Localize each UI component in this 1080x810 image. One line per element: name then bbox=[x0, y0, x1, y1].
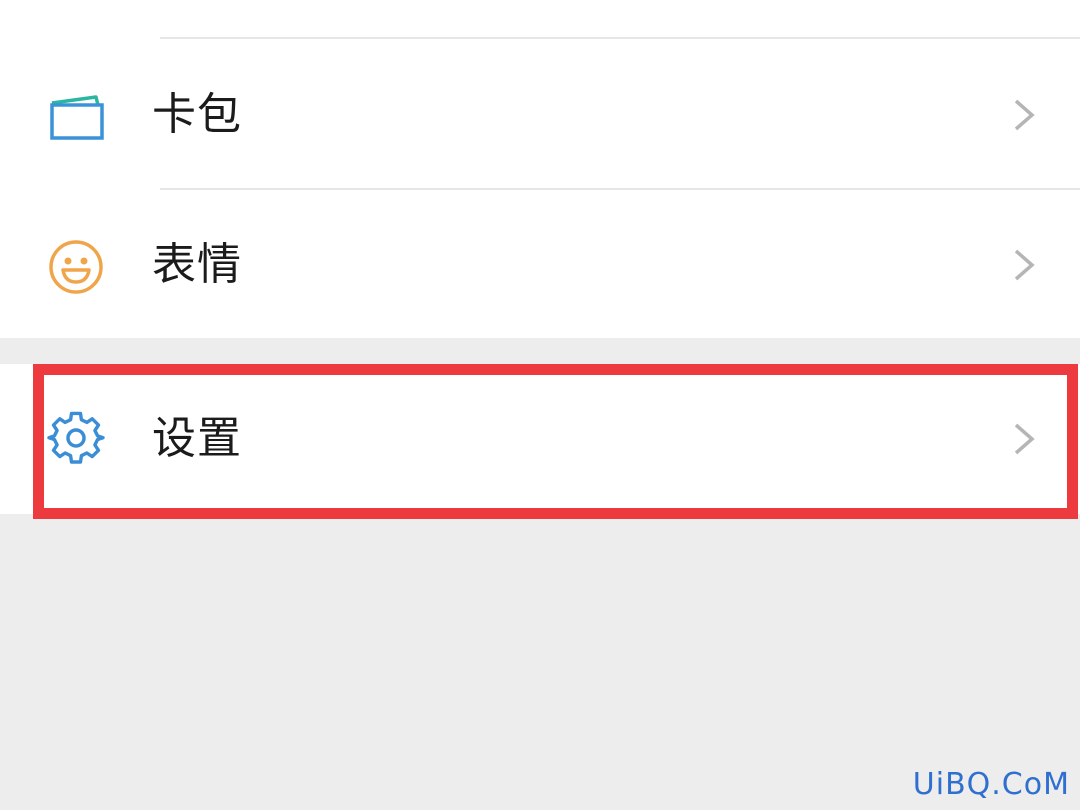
menu-group-top: 卡包 表情 bbox=[0, 0, 1080, 338]
chevron-right-icon bbox=[1012, 247, 1036, 283]
divider bbox=[160, 37, 1080, 39]
smiley-icon bbox=[46, 237, 106, 297]
menu-item-label: 卡包 bbox=[152, 89, 242, 140]
menu-item-label: 表情 bbox=[152, 239, 242, 290]
menu-group-settings: 设置 bbox=[0, 364, 1080, 514]
chevron-right-icon bbox=[1012, 421, 1036, 457]
menu-item-settings[interactable]: 设置 bbox=[0, 364, 1080, 514]
menu-item-stickers[interactable]: 表情 bbox=[0, 190, 1080, 340]
gear-icon bbox=[46, 411, 106, 471]
watermark: UiBQ.CoM bbox=[912, 767, 1070, 802]
menu-item-card-wallet[interactable]: 卡包 bbox=[0, 40, 1080, 190]
card-wallet-icon bbox=[46, 87, 106, 147]
chevron-right-icon bbox=[1012, 97, 1036, 133]
menu-item-label: 设置 bbox=[152, 413, 242, 464]
